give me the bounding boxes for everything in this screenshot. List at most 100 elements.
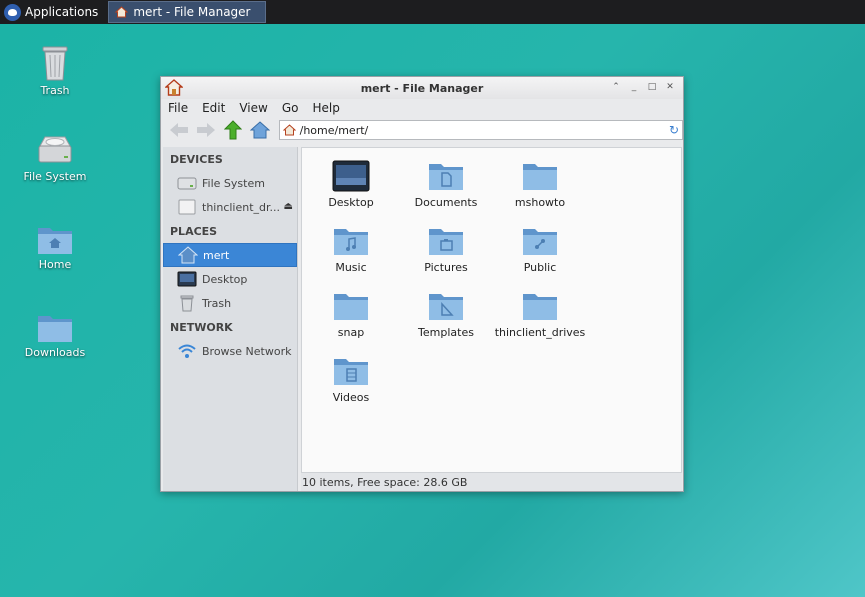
drive-icon — [38, 136, 72, 163]
file-label: Videos — [332, 391, 370, 404]
desktop-home[interactable]: Home — [10, 224, 100, 271]
file-manager-window: mert - File Manager ⌃ _ □ ✕ File Edit Vi… — [160, 76, 684, 492]
xfce-logo-icon — [4, 3, 21, 21]
desktop-trash-label: Trash — [40, 84, 70, 97]
home-icon — [249, 121, 270, 139]
home-icon — [282, 124, 296, 136]
file-label: Desktop — [328, 196, 374, 209]
window-controls: ⌃ _ □ ✕ — [611, 81, 675, 93]
sidebar-item-label: mert — [203, 248, 230, 262]
desktop-file-system-label: File System — [23, 170, 87, 183]
file-label: Music — [335, 261, 367, 274]
file-label: Documents — [414, 196, 478, 209]
sidebar-item-thinclient-drives[interactable]: thinclient_dr... ⏏ — [163, 195, 297, 219]
eject-icon[interactable]: ⏏ — [284, 201, 293, 212]
location-path: /home/mert/ — [299, 123, 369, 137]
wifi-icon — [178, 344, 196, 358]
trash-icon — [42, 46, 68, 81]
desktop-icon — [332, 160, 370, 192]
forward-button[interactable] — [194, 119, 218, 141]
folder-icon — [523, 164, 557, 190]
public-folder-icon — [523, 229, 557, 255]
file-item-music[interactable]: Music — [304, 225, 398, 274]
music-folder-icon — [334, 229, 368, 255]
sidebar-item-desktop[interactable]: Desktop — [163, 267, 297, 291]
close-button[interactable]: ✕ — [665, 81, 675, 93]
folder-icon — [523, 294, 557, 320]
home-button[interactable] — [248, 119, 272, 141]
applications-label: Applications — [25, 5, 99, 19]
templates-folder-icon — [429, 294, 463, 320]
forward-arrow-icon — [196, 123, 215, 137]
sidebar-item-mert[interactable]: mert — [163, 243, 297, 267]
menubar: File Edit View Go Help — [161, 99, 683, 117]
home-icon — [178, 246, 198, 264]
taskbar-label: mert - File Manager — [133, 5, 251, 19]
file-item-templates[interactable]: Templates — [399, 290, 493, 339]
sidebar-item-label: Trash — [202, 296, 232, 310]
sidebar-item-browse-network[interactable]: Browse Network — [163, 339, 297, 363]
sidebar-item-file-system[interactable]: File System — [163, 171, 297, 195]
file-item-snap[interactable]: snap — [304, 290, 398, 339]
sidebar: DEVICES File System thinclient_dr... ⏏ P… — [163, 147, 298, 491]
back-button[interactable] — [167, 119, 191, 141]
minimize-button[interactable]: _ — [629, 81, 639, 93]
desktop-file-system[interactable]: File System — [10, 134, 100, 183]
location-bar[interactable]: /home/mert/ ↻ — [278, 120, 684, 140]
videos-folder-icon — [334, 359, 368, 385]
file-item-desktop[interactable]: Desktop — [304, 160, 398, 209]
file-label: Public — [523, 261, 557, 274]
drive-icon — [177, 177, 197, 190]
reload-icon[interactable]: ↻ — [669, 123, 679, 137]
file-label: snap — [337, 326, 365, 339]
toolbar: /home/mert/ ↻ — [161, 117, 684, 143]
sidebar-item-trash[interactable]: Trash — [163, 291, 297, 315]
folder-icon — [334, 294, 368, 320]
file-item-thinclient-drives[interactable]: thinclient_drives — [493, 290, 587, 339]
applications-menu-button[interactable]: Applications — [0, 0, 108, 24]
home-icon — [115, 6, 129, 18]
menu-help[interactable]: Help — [312, 101, 339, 115]
trash-icon — [180, 295, 194, 311]
desktop-downloads[interactable]: Downloads — [10, 312, 100, 359]
removable-drive-icon — [178, 199, 196, 215]
file-item-videos[interactable]: Videos — [304, 355, 398, 404]
sidebar-item-label: thinclient_dr... — [202, 200, 281, 214]
documents-folder-icon — [429, 164, 463, 190]
desktop-trash[interactable]: Trash — [10, 44, 100, 97]
desktop-home-label: Home — [38, 258, 72, 271]
pictures-folder-icon — [429, 229, 463, 255]
sidebar-item-label: File System — [202, 176, 265, 190]
shade-button[interactable]: ⌃ — [611, 81, 621, 93]
network-header: NETWORK — [170, 321, 233, 334]
window-titlebar[interactable]: mert - File Manager ⌃ _ □ ✕ — [161, 77, 683, 99]
file-view: Desktop Documents mshowto Music Pictures… — [301, 147, 682, 473]
top-panel: Applications mert - File Manager — [0, 0, 865, 24]
file-label: mshowto — [514, 196, 566, 209]
file-item-public[interactable]: Public — [493, 225, 587, 274]
taskbar-file-manager-button[interactable]: mert - File Manager — [108, 1, 267, 23]
menu-view[interactable]: View — [239, 101, 267, 115]
back-arrow-icon — [169, 123, 188, 137]
status-bar: 10 items, Free space: 28.6 GB — [301, 473, 682, 491]
menu-go[interactable]: Go — [282, 101, 299, 115]
status-text: 10 items, Free space: 28.6 GB — [302, 475, 468, 489]
file-label: thinclient_drives — [494, 326, 586, 339]
sidebar-item-label: Desktop — [202, 272, 248, 286]
devices-header: DEVICES — [170, 153, 223, 166]
file-label: Pictures — [424, 261, 468, 274]
sidebar-item-label: Browse Network — [202, 344, 292, 358]
up-arrow-icon — [223, 120, 242, 140]
desktop-icon — [177, 271, 197, 287]
places-header: PLACES — [170, 225, 218, 238]
desktop-downloads-label: Downloads — [24, 346, 86, 359]
menu-file[interactable]: File — [168, 101, 188, 115]
maximize-button[interactable]: □ — [647, 81, 657, 93]
menu-edit[interactable]: Edit — [202, 101, 225, 115]
up-button[interactable] — [221, 119, 245, 141]
file-item-documents[interactable]: Documents — [399, 160, 493, 209]
window-title: mert - File Manager — [360, 81, 484, 95]
file-label: Templates — [418, 326, 474, 339]
file-item-mshowto[interactable]: mshowto — [493, 160, 587, 209]
file-item-pictures[interactable]: Pictures — [399, 225, 493, 274]
